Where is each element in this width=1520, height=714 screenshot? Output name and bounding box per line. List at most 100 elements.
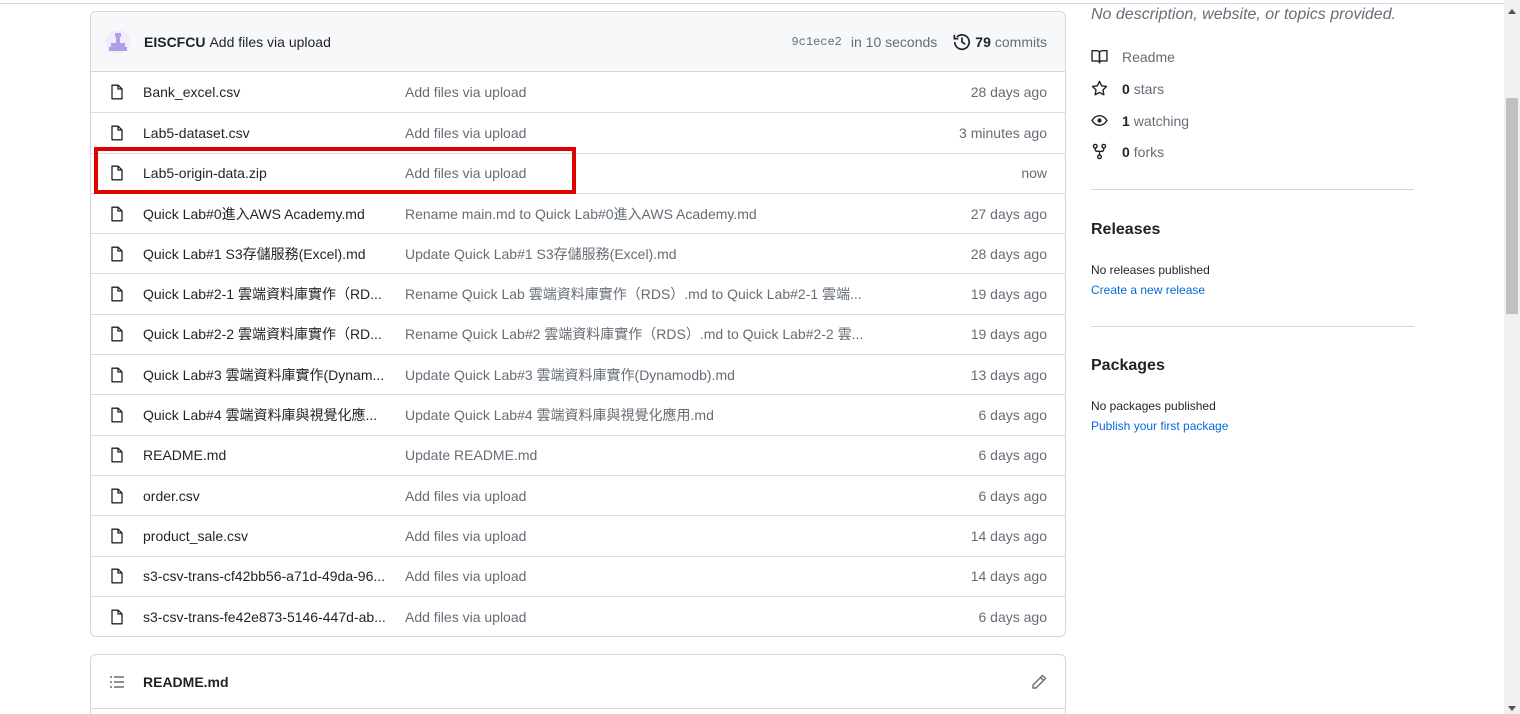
page-scrollbar[interactable]	[1504, 0, 1520, 714]
scroll-up-arrow-icon[interactable]	[1508, 9, 1516, 14]
file-row[interactable]: Quick Lab#4 雲端資料庫與視覺化應... Update Quick La…	[91, 394, 1065, 434]
packages-title[interactable]: Packages	[1091, 357, 1165, 375]
commits-count: 79	[975, 33, 991, 50]
file-icon	[109, 125, 125, 141]
file-commit-message-link[interactable]: Add files via upload	[405, 125, 959, 141]
sidebar-divider	[1091, 326, 1414, 327]
file-commit-age: 14 days ago	[970, 568, 1047, 585]
stars-label: stars	[1133, 80, 1165, 97]
commits-history-link[interactable]: 79 commits	[953, 33, 1047, 51]
file-commit-age: 6 days ago	[978, 608, 1048, 625]
file-row[interactable]: Bank_excel.csv Add files via upload 28 day…	[91, 72, 1065, 112]
file-commit-age: 19 days ago	[970, 326, 1047, 343]
file-browser: EISCFCU Add files via upload 9c1ece2 in …	[90, 11, 1066, 637]
book-icon	[1091, 49, 1108, 64]
file-name-link[interactable]: Quick Lab#2-2 雲端資料庫實作（RD...	[143, 324, 405, 344]
file-commit-message-link[interactable]: Add files via upload	[405, 488, 979, 504]
file-icon	[109, 206, 125, 222]
file-row[interactable]: README.md Update README.md 6 days ago	[91, 434, 1065, 475]
list-icon[interactable]	[109, 674, 125, 690]
file-commit-message-link[interactable]: Update Quick Lab#3 雲端資料庫實作(Dynamodb).md	[405, 365, 971, 385]
scroll-down-arrow-icon[interactable]	[1508, 706, 1516, 711]
stars-link[interactable]: 0 stars	[1091, 80, 1164, 97]
readme-link[interactable]: Readme	[1091, 48, 1175, 65]
file-row[interactable]: Quick Lab#3 雲端資料庫實作(Dynam... Update Quick…	[91, 354, 1065, 394]
scroll-thumb[interactable]	[1506, 98, 1518, 314]
file-name-link[interactable]: Quick Lab#0進入AWS Academy.md	[143, 204, 405, 224]
readme-label: Readme	[1122, 48, 1175, 65]
file-name-link[interactable]: Quick Lab#1 S3存儲服務(Excel).md	[143, 244, 405, 264]
file-icon	[109, 528, 125, 544]
file-name-link[interactable]: Bank_excel.csv	[143, 84, 405, 100]
packages-empty-text: No packages published	[1091, 399, 1216, 413]
file-row[interactable]: product_sale.csv Add files via upload 14 d…	[91, 515, 1065, 555]
releases-title[interactable]: Releases	[1091, 221, 1160, 239]
file-commit-message-link[interactable]: Update README.md	[405, 447, 979, 463]
file-name-link[interactable]: README.md	[143, 447, 405, 463]
file-commit-message-link[interactable]: Update Quick Lab#4 雲端資料庫與視覺化應用.md	[405, 405, 979, 425]
file-commit-message-link[interactable]: Update Quick Lab#1 S3存儲服務(Excel).md	[405, 244, 971, 264]
file-row[interactable]: s3-csv-trans-cf42bb56-a71d-49da-96... Add…	[91, 555, 1065, 596]
file-commit-age: 14 days ago	[970, 527, 1047, 544]
file-name-link[interactable]: Quick Lab#3 雲端資料庫實作(Dynam...	[143, 365, 405, 385]
file-commit-message-link[interactable]: Rename main.md to Quick Lab#0進入AWS Acade…	[405, 204, 971, 224]
file-row[interactable]: Lab5-dataset.csv Add files via upload 3 mi…	[91, 112, 1065, 152]
file-icon	[109, 447, 125, 463]
about-description: No description, website, or topics provi…	[1091, 6, 1397, 23]
create-release-link[interactable]: Create a new release	[1091, 283, 1205, 297]
file-commit-age: 6 days ago	[978, 447, 1048, 464]
file-commit-message-link[interactable]: Add files via upload	[405, 609, 979, 625]
file-commit-age: 27 days ago	[970, 205, 1047, 222]
file-commit-age: 28 days ago	[970, 84, 1047, 101]
watching-link[interactable]: 1 watching	[1091, 112, 1189, 129]
file-name-link[interactable]: order.csv	[143, 488, 405, 504]
file-commit-message-link[interactable]: Add files via upload	[405, 84, 971, 100]
commit-time: in 10 seconds	[850, 33, 938, 50]
file-name-link[interactable]: Quick Lab#2-1 雲端資料庫實作（RD...	[143, 284, 405, 304]
file-row[interactable]: Quick Lab#2-1 雲端資料庫實作（RD... Rename Quick …	[91, 273, 1065, 313]
file-icon	[109, 84, 125, 100]
file-row[interactable]: Quick Lab#2-2 雲端資料庫實作（RD... Rename Quick …	[91, 313, 1065, 354]
file-icon	[109, 568, 125, 584]
fork-icon	[1092, 143, 1107, 160]
file-name-link[interactable]: s3-csv-trans-cf42bb56-a71d-49da-96...	[143, 568, 405, 584]
commit-sha[interactable]: 9c1ece2	[791, 35, 841, 49]
file-icon	[109, 246, 125, 262]
sidebar-divider	[1091, 189, 1414, 190]
pencil-icon[interactable]	[1031, 674, 1047, 690]
history-icon	[953, 33, 971, 50]
latest-commit-bar: EISCFCU Add files via upload 9c1ece2 in …	[91, 12, 1065, 72]
file-row[interactable]: s3-csv-trans-fe42e873-5146-447d-ab... Add…	[91, 595, 1065, 636]
file-icon	[109, 165, 125, 181]
file-name-link[interactable]: Quick Lab#4 雲端資料庫與視覺化應...	[143, 405, 405, 425]
watching-count: 1	[1122, 112, 1130, 129]
file-name-link[interactable]: s3-csv-trans-fe42e873-5146-447d-ab...	[143, 609, 405, 625]
file-commit-age: 19 days ago	[970, 286, 1047, 303]
file-icon	[109, 488, 125, 504]
file-row[interactable]: Lab5-origin-data.zip Add files via upload…	[91, 152, 1065, 193]
publish-package-link[interactable]: Publish your first package	[1091, 419, 1228, 433]
commit-author[interactable]: EISCFCU	[144, 34, 205, 50]
file-commit-message-link[interactable]: Rename Quick Lab#2 雲端資料庫實作（RDS）.md to Qu…	[405, 324, 971, 344]
file-commit-message-link[interactable]: Add files via upload	[405, 528, 971, 544]
forks-link[interactable]: 0 forks	[1091, 143, 1164, 160]
commits-label: commits	[994, 33, 1047, 50]
file-row[interactable]: Quick Lab#1 S3存儲服務(Excel).md Update Quick…	[91, 233, 1065, 273]
file-name-link[interactable]: product_sale.csv	[143, 528, 405, 544]
watching-label: watching	[1133, 112, 1190, 129]
file-commit-message-link[interactable]: Add files via upload	[405, 568, 971, 584]
commit-message[interactable]: Add files via upload	[209, 34, 330, 50]
file-name-link[interactable]: Lab5-origin-data.zip	[143, 165, 405, 181]
file-commit-message-link[interactable]: Add files via upload	[405, 165, 1021, 181]
file-commit-age: 3 minutes ago	[959, 124, 1047, 141]
file-icon	[109, 407, 125, 423]
top-border	[0, 0, 1504, 4]
readme-title: README.md	[143, 673, 229, 690]
avatar[interactable]	[106, 29, 130, 54]
file-row[interactable]: order.csv Add files via upload 6 days ago	[91, 474, 1065, 515]
file-name-link[interactable]: Lab5-dataset.csv	[143, 125, 405, 141]
file-row[interactable]: Quick Lab#0進入AWS Academy.md Rename main.m…	[91, 192, 1065, 233]
readme-panel: README.md	[90, 654, 1066, 714]
file-commit-message-link[interactable]: Rename Quick Lab 雲端資料庫實作（RDS）.md to Quic…	[405, 284, 971, 304]
forks-label: forks	[1133, 143, 1165, 160]
